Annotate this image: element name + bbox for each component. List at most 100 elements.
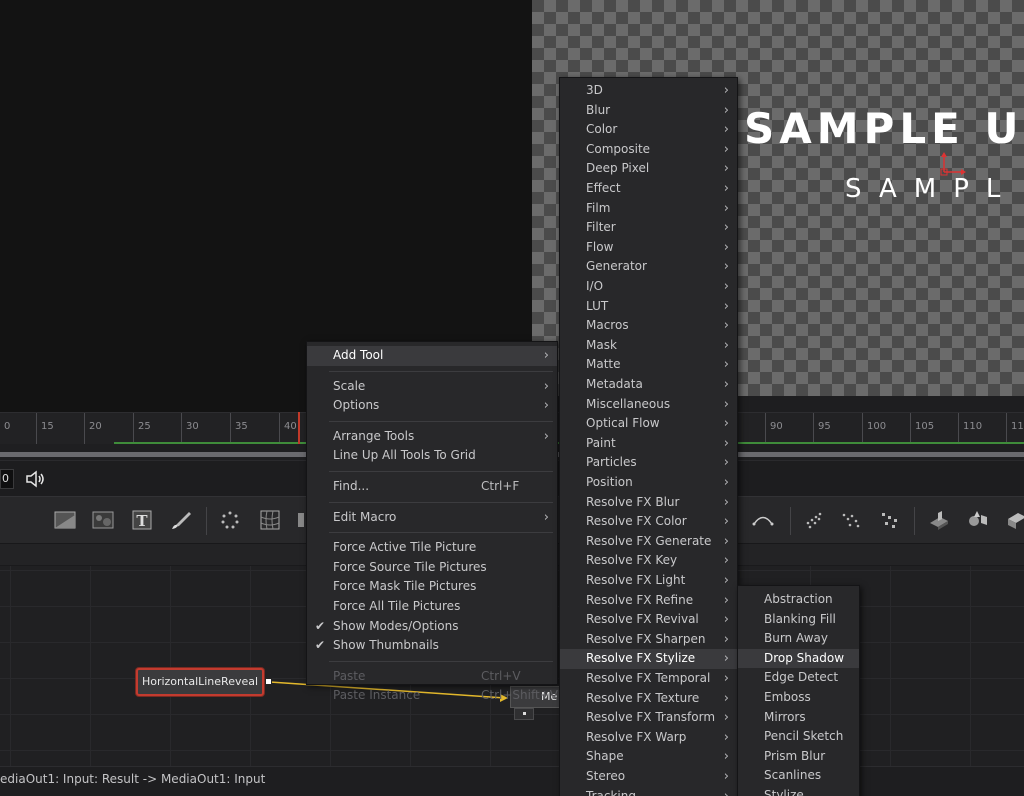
add-tool-item-resolve-fx-revival[interactable]: Resolve FX Revival › xyxy=(560,610,737,630)
node-media-out-port[interactable] xyxy=(514,708,534,720)
menu-item-add-tool[interactable]: Add Tool › xyxy=(307,346,557,366)
add-tool-item-metadata[interactable]: Metadata › xyxy=(560,375,737,395)
add-tool-item-resolve-fx-key[interactable]: Resolve FX Key › xyxy=(560,551,737,571)
chevron-right-icon: › xyxy=(723,279,729,294)
menu-item-label: Resolve FX Light xyxy=(586,573,686,587)
menu-item-options[interactable]: Options › xyxy=(307,396,557,416)
chevron-right-icon: › xyxy=(723,494,729,510)
add-tool-item-3d[interactable]: 3D › xyxy=(560,81,737,101)
add-tool-item-macros[interactable]: Macros › xyxy=(560,316,737,336)
stylize-item-mirrors[interactable]: Mirrors xyxy=(738,708,859,728)
add-tool-item-stereo[interactable]: Stereo › xyxy=(560,767,737,787)
3d-shape-icon[interactable] xyxy=(965,507,991,533)
menu-item-scale[interactable]: Scale › xyxy=(307,377,557,397)
add-tool-item-flow[interactable]: Flow › xyxy=(560,238,737,258)
menu-item-force-active-tile-picture[interactable]: Force Active Tile Picture xyxy=(307,538,557,558)
add-tool-item-deep-pixel[interactable]: Deep Pixel › xyxy=(560,159,737,179)
menu-item-line-up-all-tools-to-grid[interactable]: Line Up All Tools To Grid xyxy=(307,446,557,466)
menu-item-label: Force Source Tile Pictures xyxy=(333,559,487,574)
add-tool-item-optical-flow[interactable]: Optical Flow › xyxy=(560,414,737,434)
add-tool-item-color[interactable]: Color › xyxy=(560,120,737,140)
particle-style-icon[interactable] xyxy=(877,507,903,533)
add-tool-item-filter[interactable]: Filter › xyxy=(560,218,737,238)
add-tool-item-position[interactable]: Position › xyxy=(560,473,737,493)
speaker-icon[interactable] xyxy=(24,469,46,489)
menu-item-label: Resolve FX Refine xyxy=(586,592,694,607)
bspline-mask-icon[interactable] xyxy=(750,507,776,533)
add-tool-item-resolve-fx-warp[interactable]: Resolve FX Warp › xyxy=(560,728,737,748)
stylize-item-abstraction[interactable]: Abstraction xyxy=(738,590,859,610)
menu-item-paste[interactable]: Paste Ctrl+V xyxy=(307,667,557,687)
menu-item-label: Matte xyxy=(586,357,621,372)
particle-emitter-icon[interactable] xyxy=(217,507,243,533)
add-tool-item-resolve-fx-stylize[interactable]: Resolve FX Stylize › xyxy=(560,649,737,669)
menu-item-force-source-tile-pictures[interactable]: Force Source Tile Pictures xyxy=(307,558,557,578)
menu-item-arrange-tools[interactable]: Arrange Tools › xyxy=(307,427,557,447)
add-tool-item-resolve-fx-color[interactable]: Resolve FX Color › xyxy=(560,512,737,532)
playhead[interactable] xyxy=(298,412,300,444)
add-tool-item-mask[interactable]: Mask › xyxy=(560,336,737,356)
menu-item-force-mask-tile-pictures[interactable]: Force Mask Tile Pictures xyxy=(307,577,557,597)
tick-label: 25 xyxy=(138,421,151,432)
text-icon[interactable]: T xyxy=(129,507,155,533)
menu-separator xyxy=(329,501,553,503)
particle-render-icon[interactable] xyxy=(800,507,826,533)
viewer-subtitle-text: SAMPL xyxy=(845,174,1018,204)
add-tool-item-resolve-fx-generate[interactable]: Resolve FX Generate › xyxy=(560,532,737,552)
add-tool-item-lut[interactable]: LUT › xyxy=(560,297,737,317)
add-tool-item-tracking[interactable]: Tracking › xyxy=(560,787,737,796)
add-tool-item-generator[interactable]: Generator › xyxy=(560,257,737,277)
menu-item-find[interactable]: Find... Ctrl+F xyxy=(307,477,557,497)
background-icon[interactable] xyxy=(52,507,78,533)
add-tool-item-particles[interactable]: Particles › xyxy=(560,453,737,473)
menu-item-force-all-tile-pictures[interactable]: Force All Tile Pictures xyxy=(307,597,557,617)
stylize-item-emboss[interactable]: Emboss xyxy=(738,688,859,708)
current-frame-field[interactable]: 0 xyxy=(0,469,14,489)
add-tool-item-matte[interactable]: Matte › xyxy=(560,355,737,375)
add-tool-item-shape[interactable]: Shape › xyxy=(560,747,737,767)
chevron-right-icon: › xyxy=(723,337,729,353)
menu-item-label: Force Active Tile Picture xyxy=(333,540,477,555)
menu-item-show-thumbnails[interactable]: Show Thumbnails ✔ xyxy=(307,636,557,656)
more-icon[interactable] xyxy=(296,507,306,533)
stylize-item-prism-blur[interactable]: Prism Blur xyxy=(738,747,859,767)
add-tool-item-paint[interactable]: Paint › xyxy=(560,434,737,454)
add-tool-item-resolve-fx-texture[interactable]: Resolve FX Texture › xyxy=(560,689,737,709)
3d-camera-icon[interactable] xyxy=(1004,507,1024,533)
transform-widget-icon[interactable] xyxy=(938,152,968,178)
add-tool-item-film[interactable]: Film › xyxy=(560,199,737,219)
add-tool-item-effect[interactable]: Effect › xyxy=(560,179,737,199)
add-tool-item-resolve-fx-light[interactable]: Resolve FX Light › xyxy=(560,571,737,591)
add-tool-item-i-o[interactable]: I/O › xyxy=(560,277,737,297)
add-tool-item-resolve-fx-blur[interactable]: Resolve FX Blur › xyxy=(560,493,737,513)
menu-item-label: Tracking xyxy=(586,788,636,796)
add-tool-item-resolve-fx-transform[interactable]: Resolve FX Transform › xyxy=(560,708,737,728)
add-tool-item-composite[interactable]: Composite › xyxy=(560,140,737,160)
add-tool-item-resolve-fx-refine[interactable]: Resolve FX Refine › xyxy=(560,591,737,611)
add-tool-item-miscellaneous[interactable]: Miscellaneous › xyxy=(560,395,737,415)
particle-spray-icon[interactable] xyxy=(838,507,864,533)
add-tool-item-blur[interactable]: Blur › xyxy=(560,101,737,121)
add-tool-item-resolve-fx-temporal[interactable]: Resolve FX Temporal › xyxy=(560,669,737,689)
menu-item-label: Optical Flow xyxy=(586,416,660,431)
chevron-right-icon: › xyxy=(723,435,729,451)
add-tool-item-resolve-fx-sharpen[interactable]: Resolve FX Sharpen › xyxy=(560,630,737,650)
stylize-item-stylize[interactable]: Stylize xyxy=(738,786,859,796)
stylize-item-burn-away[interactable]: Burn Away xyxy=(738,629,859,649)
grid-warp-icon[interactable] xyxy=(257,507,283,533)
menu-item-show-modes-options[interactable]: Show Modes/Options ✔ xyxy=(307,617,557,637)
menu-item-label: Resolve FX Stylize xyxy=(586,651,696,666)
stylize-item-drop-shadow[interactable]: Drop Shadow xyxy=(738,648,859,669)
stylize-item-edge-detect[interactable]: Edge Detect xyxy=(738,668,859,688)
menu-item-paste-instance[interactable]: Paste Instance Ctrl+Shift+V xyxy=(307,686,558,706)
chevron-right-icon: › xyxy=(543,398,549,414)
stylize-item-pencil-sketch[interactable]: Pencil Sketch xyxy=(738,727,859,747)
node-output-port[interactable] xyxy=(265,678,272,685)
fast-noise-icon[interactable] xyxy=(90,507,116,533)
node-horizontal-line-reveal[interactable]: HorizontalLineReveal xyxy=(136,668,264,696)
menu-item-edit-macro[interactable]: Edit Macro › xyxy=(307,508,557,528)
stylize-item-blanking-fill[interactable]: Blanking Fill xyxy=(738,610,859,630)
stylize-item-scanlines[interactable]: Scanlines xyxy=(738,766,859,786)
3d-merge-icon[interactable] xyxy=(926,507,952,533)
paint-icon[interactable] xyxy=(168,507,194,533)
